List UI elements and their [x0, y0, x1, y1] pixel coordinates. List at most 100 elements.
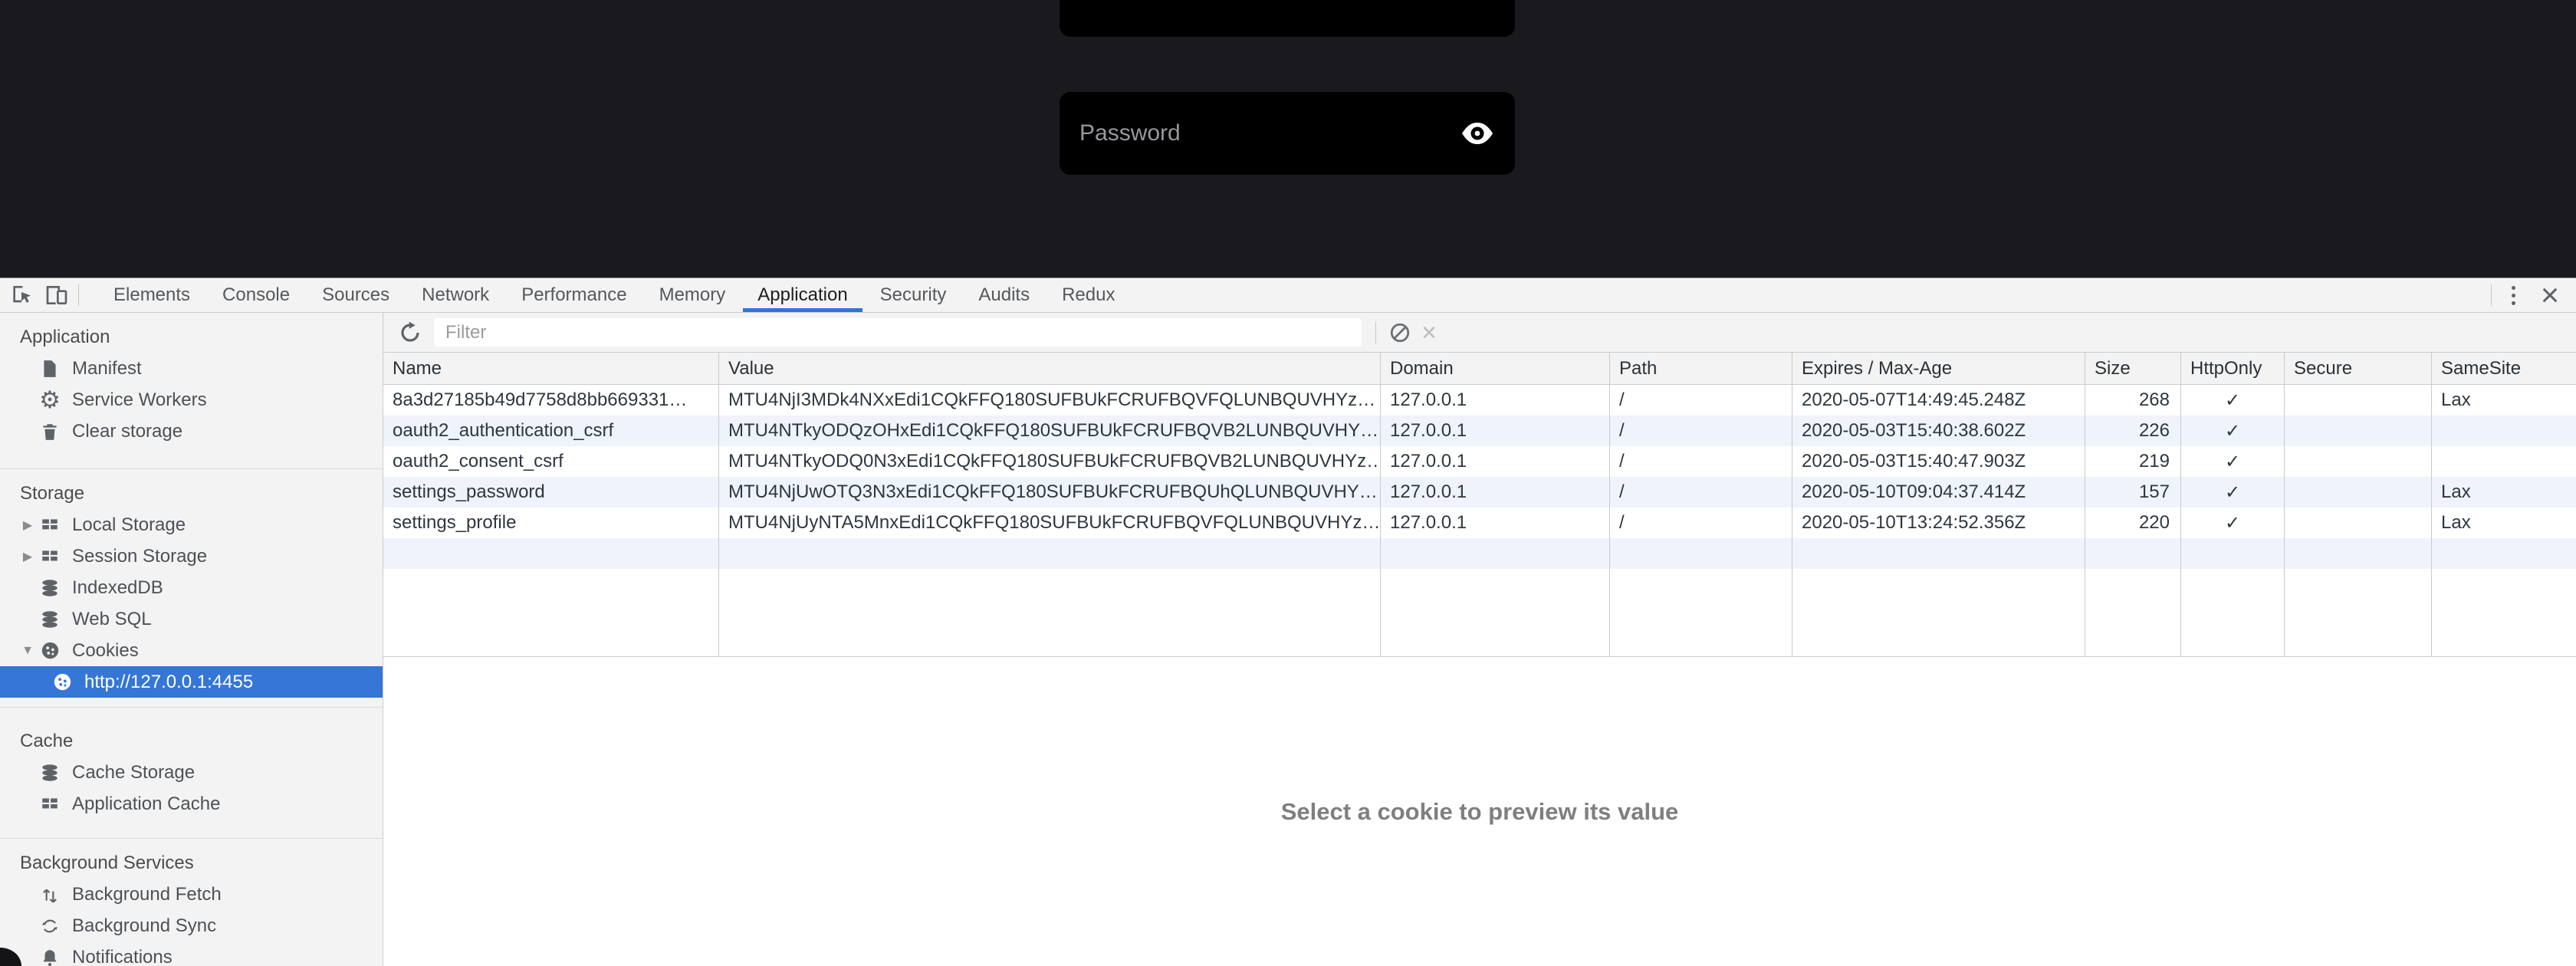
top-input-field[interactable]	[1060, 0, 1515, 37]
sidebar-item-service-workers[interactable]: ⚙ Service Workers	[0, 384, 383, 416]
cookie-cell[interactable]	[2285, 446, 2431, 477]
cookie-cell[interactable]	[2285, 385, 2431, 416]
eye-icon[interactable]	[1460, 120, 1495, 146]
column-header-secure[interactable]: Secure	[2285, 353, 2431, 385]
cookie-cell[interactable]	[2285, 477, 2431, 508]
tab-elements[interactable]: Elements	[97, 278, 206, 312]
cookie-cell[interactable]	[2285, 508, 2431, 538]
sidebar-item-cookie-origin[interactable]: http://127.0.0.1:4455	[0, 666, 383, 698]
tab-console[interactable]: Console	[206, 278, 306, 312]
tab-application[interactable]: Application	[741, 278, 863, 312]
kebab-menu-icon[interactable]	[2499, 281, 2527, 309]
refresh-icon[interactable]	[396, 318, 425, 347]
section-title-cache[interactable]: Cache	[0, 726, 383, 757]
sidebar-item-cookies[interactable]: ▼ Cookies	[0, 635, 383, 666]
filter-input[interactable]	[434, 318, 1362, 347]
sidebar-item-background-sync[interactable]: Background Sync	[0, 910, 383, 941]
cookie-cell[interactable]: 127.0.0.1	[1381, 477, 1609, 508]
tab-network[interactable]: Network	[406, 278, 505, 312]
device-toolbar-icon[interactable]	[43, 281, 71, 309]
cookie-cell[interactable]: Lax	[2432, 508, 2576, 538]
password-input[interactable]	[1079, 120, 1460, 146]
cookie-cell[interactable]: 2020-05-03T15:40:47.903Z	[1792, 446, 2085, 477]
httponly-check[interactable]: ✓	[2181, 416, 2284, 446]
sidebar-item-session-storage[interactable]: ▶ Session Storage	[0, 540, 383, 572]
cookie-cell[interactable]: 2020-05-10T13:24:52.356Z	[1792, 508, 2085, 538]
cookie-cell[interactable]: Lax	[2432, 385, 2576, 416]
cookie-cell[interactable]: MTU4NjUyNTA5MnxEdi1CQkFFQ180SUFBUkFCRUFB…	[719, 508, 1380, 538]
tab-sources[interactable]: Sources	[306, 278, 406, 312]
close-icon[interactable]: ×	[2535, 280, 2565, 310]
column-header-size[interactable]: Size	[2085, 353, 2180, 385]
cookie-cell[interactable]	[2432, 446, 2576, 477]
cookie-cell[interactable]: Lax	[2432, 477, 2576, 508]
sidebar-item-indexeddb[interactable]: IndexedDB	[0, 572, 383, 603]
httponly-check[interactable]: ✓	[2181, 385, 2284, 416]
httponly-check[interactable]: ✓	[2181, 477, 2284, 508]
cookie-cell[interactable]: 220	[2085, 508, 2180, 538]
sidebar-item-local-storage[interactable]: ▶ Local Storage	[0, 509, 383, 540]
empty-row[interactable]	[383, 538, 718, 569]
cookie-cell[interactable]: MTU4NjI3MDk4NXxEdi1CQkFFQ180SUFBUkFCRUFB…	[719, 385, 1380, 416]
sidebar-item-background-fetch[interactable]: Background Fetch	[0, 879, 383, 910]
cookie-cell[interactable]: /	[1610, 508, 1792, 538]
cookie-cell[interactable]: 219	[2085, 446, 2180, 477]
cookie-cell[interactable]: MTU4NjUwOTQ3N3xEdi1CQkFFQ180SUFBUkFCRUFB…	[719, 477, 1380, 508]
empty-row[interactable]	[1610, 538, 1792, 569]
cookie-cell[interactable]: 127.0.0.1	[1381, 508, 1609, 538]
empty-row[interactable]	[1792, 538, 2085, 569]
cookie-cell[interactable]: 127.0.0.1	[1381, 416, 1609, 446]
empty-row[interactable]	[2432, 538, 2576, 569]
empty-row[interactable]	[2181, 538, 2284, 569]
column-header-path[interactable]: Path	[1610, 353, 1792, 385]
cookie-cell[interactable]: 2020-05-07T14:49:45.248Z	[1792, 385, 2085, 416]
empty-row[interactable]	[719, 538, 1380, 569]
cookie-cell[interactable]: /	[1610, 477, 1792, 508]
section-title-background-services[interactable]: Background Services	[0, 848, 383, 879]
column-header-domain[interactable]: Domain	[1381, 353, 1609, 385]
cookie-cell[interactable]: 127.0.0.1	[1381, 385, 1609, 416]
sidebar-item-notifications[interactable]: Notifications	[0, 941, 383, 966]
section-title-storage[interactable]: Storage	[0, 478, 383, 509]
chevron-right-icon[interactable]: ▶	[17, 549, 38, 564]
cookie-cell[interactable]: 226	[2085, 416, 2180, 446]
empty-row[interactable]	[1381, 538, 1609, 569]
cookie-cell[interactable]: 157	[2085, 477, 2180, 508]
cookie-cell[interactable]: MTU4NTkyODQ0N3xEdi1CQkFFQ180SUFBUkFCRUFB…	[719, 446, 1380, 477]
chevron-right-icon[interactable]: ▶	[17, 518, 38, 533]
tab-audits[interactable]: Audits	[962, 278, 1046, 312]
cookie-cell[interactable]: 127.0.0.1	[1381, 446, 1609, 477]
cookie-cell[interactable]: oauth2_authentication_csrf	[383, 416, 718, 446]
cookie-cell[interactable]: 2020-05-03T15:40:38.602Z	[1792, 416, 2085, 446]
inspect-cursor-icon[interactable]	[8, 281, 35, 309]
sidebar-item-application-cache[interactable]: Application Cache	[0, 788, 383, 820]
clear-all-cookies-icon[interactable]	[1385, 318, 1414, 347]
column-header-httponly[interactable]: HttpOnly	[2181, 353, 2284, 385]
cookie-cell[interactable]: /	[1610, 385, 1792, 416]
cookie-cell[interactable]: 268	[2085, 385, 2180, 416]
tab-security[interactable]: Security	[864, 278, 963, 312]
cookie-cell[interactable]	[2432, 416, 2576, 446]
column-header-samesite[interactable]: SameSite	[2432, 353, 2576, 385]
delete-selected-icon[interactable]: ×	[1414, 318, 1444, 347]
cookie-cell[interactable]: settings_profile	[383, 508, 718, 538]
cookie-cell[interactable]: /	[1610, 416, 1792, 446]
section-title-application[interactable]: Application	[0, 322, 383, 353]
cookie-cell[interactable]: 8a3d27185b49d7758d8bb669331…	[383, 385, 718, 416]
chevron-down-icon[interactable]: ▼	[17, 644, 38, 658]
column-header-expires[interactable]: Expires / Max-Age	[1792, 353, 2085, 385]
cookie-cell[interactable]: /	[1610, 446, 1792, 477]
tab-memory[interactable]: Memory	[643, 278, 742, 312]
cookie-cell[interactable]: oauth2_consent_csrf	[383, 446, 718, 477]
sidebar-item-clear-storage[interactable]: Clear storage	[0, 416, 383, 447]
sidebar-item-cache-storage[interactable]: Cache Storage	[0, 757, 383, 788]
cookie-cell[interactable]: settings_password	[383, 477, 718, 508]
sidebar-item-manifest[interactable]: Manifest	[0, 353, 383, 384]
httponly-check[interactable]: ✓	[2181, 508, 2284, 538]
empty-row[interactable]	[2285, 538, 2431, 569]
column-header-name[interactable]: Name	[383, 353, 718, 385]
password-field[interactable]	[1060, 92, 1515, 175]
tab-performance[interactable]: Performance	[505, 278, 642, 312]
empty-row[interactable]	[2085, 538, 2180, 569]
tab-redux[interactable]: Redux	[1046, 278, 1131, 312]
